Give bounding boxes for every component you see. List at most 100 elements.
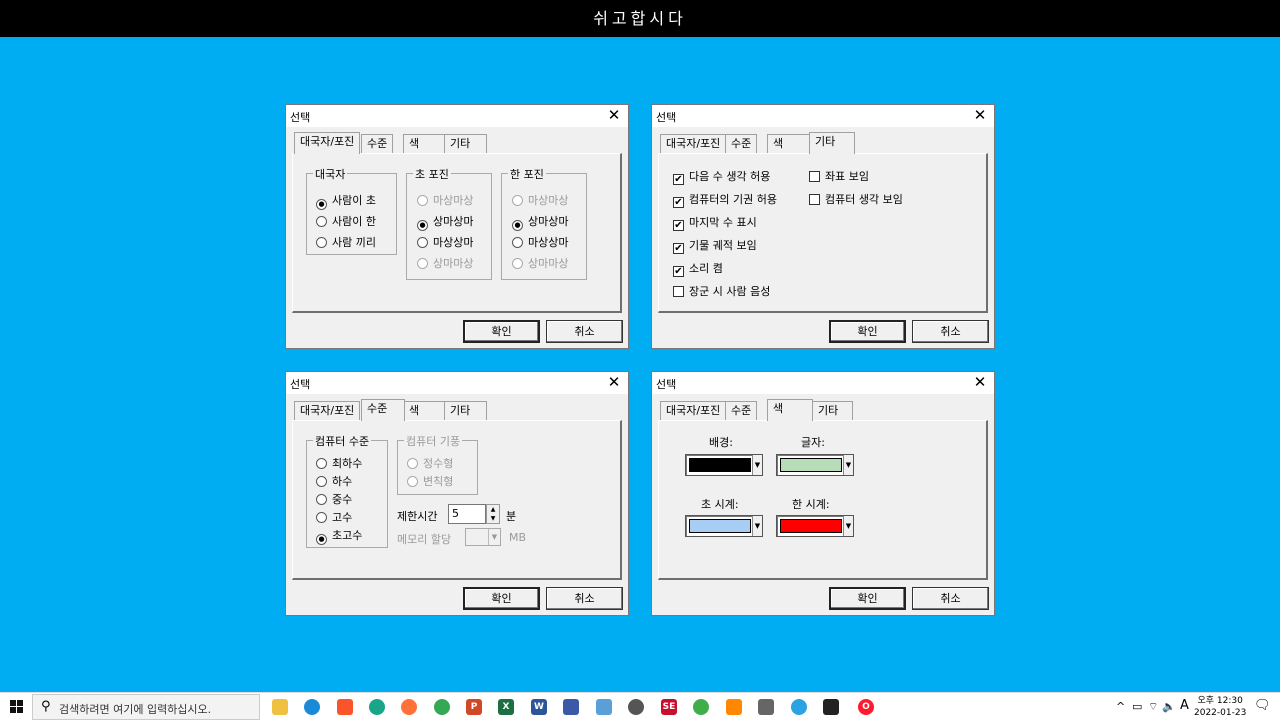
battery-icon[interactable]: ▭ <box>1132 700 1142 713</box>
memory-select[interactable]: ▼ <box>465 528 501 546</box>
cancel-button[interactable]: 취소 <box>546 587 623 610</box>
powerpoint-icon[interactable]: P <box>466 699 482 715</box>
ok-button[interactable]: 확인 <box>463 587 540 610</box>
tab-color[interactable]: 색 <box>767 134 810 153</box>
check-show-trajectory[interactable]: ✔ 기물 궤적 보임 <box>673 239 757 254</box>
tab-etc[interactable]: 기타 <box>812 401 853 420</box>
firefox-icon[interactable] <box>401 699 417 715</box>
radio-han-1[interactable]: 마상마상 <box>512 194 568 208</box>
chevron-down-icon: ▼ <box>752 516 762 536</box>
cancel-button[interactable]: 취소 <box>912 587 989 610</box>
radio-level-1[interactable]: 최하수 <box>316 457 362 471</box>
check-show-coordinates[interactable]: 좌표 보임 <box>809 170 869 184</box>
tab-players-formation[interactable]: 대국자/포진 <box>660 134 727 153</box>
time-limit-spinner[interactable]: ▲ ▼ <box>486 504 500 524</box>
chevron-up-icon[interactable]: ^ <box>1116 700 1125 713</box>
opera-icon[interactable]: O <box>858 699 874 715</box>
text-color-fill <box>780 458 842 472</box>
radio-level-4[interactable]: 고수 <box>316 511 352 525</box>
radio-player-cho[interactable]: ● 사람이 초 <box>316 194 376 210</box>
spin-up-icon[interactable]: ▲ <box>487 505 499 514</box>
file-explorer-icon[interactable] <box>272 699 288 715</box>
radio-cho-1[interactable]: 마상마상 <box>417 194 473 208</box>
han-clock-color-picker[interactable]: ▼ <box>776 515 854 537</box>
radio-level-3[interactable]: 중수 <box>316 493 352 507</box>
time-limit-label: 제한시간 <box>397 510 438 523</box>
taskbar-clock[interactable]: 오후 12:30 2022-01-23 <box>1194 695 1246 719</box>
radio-han-2[interactable]: ● 상마상마 <box>512 215 568 231</box>
ok-button[interactable]: 확인 <box>463 320 540 343</box>
sticky-notes-icon[interactable] <box>823 699 839 715</box>
tab-color[interactable]: 색 <box>767 399 813 421</box>
taskbar-search[interactable]: ⚲ 검색하려면 여기에 입력하십시오. <box>32 694 260 720</box>
ok-button[interactable]: 확인 <box>829 320 906 343</box>
radio-player-both[interactable]: 사람 끼리 <box>316 236 376 250</box>
tab-etc[interactable]: 기타 <box>809 132 855 154</box>
radio-level-2[interactable]: 하수 <box>316 475 352 489</box>
check-show-computer-thinking[interactable]: 컴퓨터 생각 보임 <box>809 193 903 207</box>
check-sound-on[interactable]: ✔ 소리 켬 <box>673 262 723 277</box>
close-icon[interactable]: ✕ <box>971 105 989 125</box>
remote-desktop-icon[interactable] <box>596 699 612 715</box>
bg-color-picker[interactable]: ▼ <box>685 454 763 476</box>
tab-etc[interactable]: 기타 <box>444 401 487 420</box>
calculator-icon[interactable] <box>758 699 774 715</box>
tab-level[interactable]: 수준 <box>725 401 758 420</box>
green-app-icon[interactable] <box>693 699 709 715</box>
close-icon[interactable]: ✕ <box>605 372 623 392</box>
app-icon[interactable] <box>628 699 644 715</box>
whale-browser-icon[interactable] <box>369 699 385 715</box>
radio-style-2[interactable]: 변칙형 <box>407 475 453 489</box>
radio-dot-icon: ● <box>417 220 428 231</box>
windows-start-icon[interactable] <box>10 700 24 714</box>
close-icon[interactable]: ✕ <box>971 372 989 392</box>
radio-empty-icon <box>512 237 523 248</box>
chrome-icon[interactable] <box>434 699 450 715</box>
radio-player-han[interactable]: 사람이 한 <box>316 215 376 229</box>
browser-icon[interactable] <box>791 699 807 715</box>
radio-cho-3[interactable]: 마상상마 <box>417 236 473 250</box>
radio-cho-2[interactable]: ● 상마상마 <box>417 215 473 231</box>
radio-dot-icon: ● <box>316 534 327 545</box>
brave-browser-icon[interactable] <box>337 699 353 715</box>
tab-players-formation[interactable]: 대국자/포진 <box>294 401 361 420</box>
ime-indicator[interactable]: A <box>1180 698 1189 713</box>
notification-icon[interactable]: 🗨 <box>1254 698 1271 713</box>
hangul-icon[interactable] <box>563 699 579 715</box>
check-show-last-move[interactable]: ✔ 마지막 수 표시 <box>673 216 757 231</box>
se-app-icon[interactable]: SE <box>661 699 677 715</box>
wifi-icon[interactable]: ⌔ <box>1148 700 1158 714</box>
close-icon[interactable]: ✕ <box>605 105 623 125</box>
edge-browser-icon[interactable] <box>304 699 320 715</box>
cancel-button[interactable]: 취소 <box>912 320 989 343</box>
word-icon[interactable]: W <box>531 699 547 715</box>
time-limit-input[interactable]: 5 <box>448 504 486 524</box>
radio-level-5[interactable]: ● 초고수 <box>316 529 362 545</box>
tab-level[interactable]: 수준 <box>361 134 394 153</box>
checkmark-icon: ✔ <box>673 197 684 208</box>
check-check-voice[interactable]: 장군 시 사람 음성 <box>673 285 770 299</box>
cho-clock-color-picker[interactable]: ▼ <box>685 515 763 537</box>
tab-players-formation[interactable]: 대국자/포진 <box>660 401 727 420</box>
tab-etc[interactable]: 기타 <box>444 134 487 153</box>
radio-cho-4[interactable]: 상마마상 <box>417 257 473 271</box>
tab-color[interactable]: 색 <box>403 134 446 153</box>
radio-han-3[interactable]: 마상상마 <box>512 236 568 250</box>
tab-players-formation[interactable]: 대국자/포진 <box>294 132 361 154</box>
volume-icon[interactable]: 🔈 <box>1162 700 1176 713</box>
check-next-move-thinking[interactable]: ✔ 다음 수 생각 허용 <box>673 170 770 185</box>
radio-style-1[interactable]: 정수형 <box>407 457 453 471</box>
cancel-button[interactable]: 취소 <box>546 320 623 343</box>
time-unit-label: 분 <box>506 510 517 523</box>
vlc-icon[interactable] <box>726 699 742 715</box>
radio-han-4[interactable]: 상마마상 <box>512 257 568 271</box>
excel-icon[interactable]: X <box>498 699 514 715</box>
tab-color[interactable]: 색 <box>403 401 446 420</box>
tab-level[interactable]: 수준 <box>725 134 758 153</box>
check-computer-resign[interactable]: ✔ 컴퓨터의 기권 허용 <box>673 193 777 208</box>
text-color-picker[interactable]: ▼ <box>776 454 854 476</box>
ok-button[interactable]: 확인 <box>829 587 906 610</box>
clock-time: 오후 12:30 <box>1197 696 1243 706</box>
tab-level[interactable]: 수준 <box>361 399 405 421</box>
spin-down-icon[interactable]: ▼ <box>487 514 499 523</box>
